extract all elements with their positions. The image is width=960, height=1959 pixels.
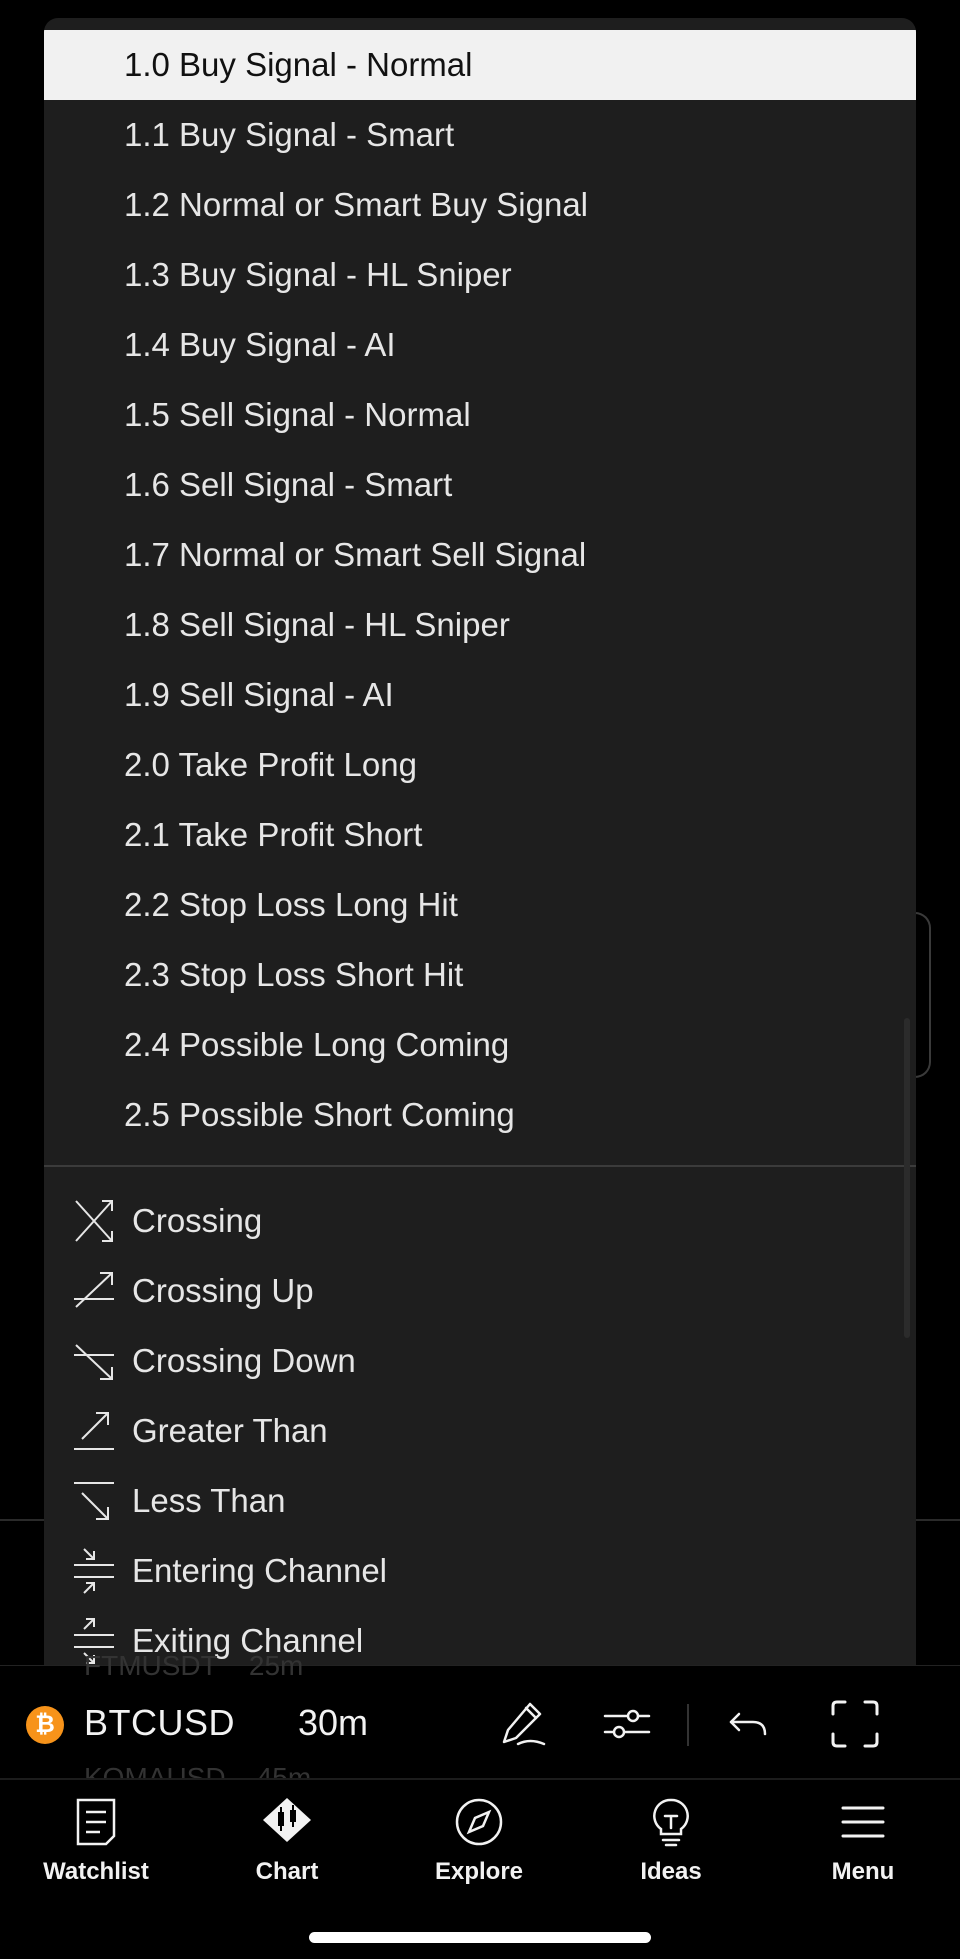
menu-item-signal[interactable]: 1.5 Sell Signal - Normal <box>44 380 916 450</box>
dropdown-scrollbar[interactable] <box>904 1018 910 1338</box>
nav-label: Explore <box>434 1858 524 1885</box>
menu-item-crossing[interactable]: Crossing <box>44 1186 916 1256</box>
menu-item-crossing-down[interactable]: Crossing Down <box>44 1326 916 1396</box>
operator-label: Crossing <box>132 1202 263 1239</box>
symbol-button[interactable]: BTCUSD <box>84 1702 235 1744</box>
nav-watchlist[interactable]: Watchlist <box>21 1796 171 1896</box>
watchlist-icon <box>70 1796 122 1848</box>
menu-item-less-than[interactable]: Less Than <box>44 1466 916 1536</box>
crossing-up-icon <box>72 1267 116 1315</box>
nav-label: Ideas <box>640 1858 702 1885</box>
condition-dropdown[interactable]: 1.0 Buy Signal - Normal 1.1 Buy Signal -… <box>44 18 916 1665</box>
operator-label: Less Than <box>132 1482 286 1519</box>
fullscreen-icon[interactable] <box>827 1696 883 1752</box>
chart-icon <box>261 1796 313 1848</box>
menu-item-signal[interactable]: 2.4 Possible Long Coming <box>44 1010 916 1080</box>
nav-label: Menu <box>831 1858 895 1885</box>
menu-icon <box>837 1796 889 1848</box>
crossing-icon <box>72 1197 116 1245</box>
menu-separator <box>44 1165 916 1167</box>
operator-label: Greater Than <box>132 1412 328 1449</box>
menu-item-signal[interactable]: 2.0 Take Profit Long <box>44 730 916 800</box>
crossing-down-icon <box>72 1337 116 1385</box>
menu-item-signal[interactable]: 2.3 Stop Loss Short Hit <box>44 940 916 1010</box>
menu-item-signal[interactable]: 1.2 Normal or Smart Buy Signal <box>44 170 916 240</box>
menu-item-signal[interactable]: 1.8 Sell Signal - HL Sniper <box>44 590 916 660</box>
greater-than-icon <box>72 1407 116 1455</box>
operator-label: Crossing Down <box>132 1342 356 1379</box>
toolbar-divider <box>687 1704 689 1746</box>
menu-item-signal[interactable]: 2.5 Possible Short Coming <box>44 1080 916 1150</box>
undo-icon[interactable] <box>721 1696 777 1752</box>
ideas-icon <box>645 1796 697 1848</box>
operator-label: Entering Channel <box>132 1552 388 1589</box>
background-watchlist-row: FTMUSDT 25m <box>84 1650 304 1681</box>
menu-item-signal[interactable]: 1.4 Buy Signal - AI <box>44 310 916 380</box>
menu-item-signal[interactable]: 1.1 Buy Signal - Smart <box>44 100 916 170</box>
less-than-icon <box>72 1477 116 1525</box>
interval-button[interactable]: 30m <box>298 1702 368 1744</box>
home-indicator[interactable] <box>309 1932 651 1943</box>
indicators-sliders-icon[interactable] <box>599 1696 655 1752</box>
chart-toolbar: FTMUSDT 25m KOMAUSD 45m ₿ BTCUSD 30m <box>0 1650 960 1793</box>
explore-icon <box>453 1796 505 1848</box>
nav-chart[interactable]: Chart <box>212 1796 362 1896</box>
nav-label: Watchlist <box>43 1858 149 1885</box>
menu-item-crossing-up[interactable]: Crossing Up <box>44 1256 916 1326</box>
nav-ideas[interactable]: Ideas <box>596 1796 746 1896</box>
screen: 1.0 Buy Signal - Normal 1.1 Buy Signal -… <box>0 0 960 1959</box>
menu-item-signal[interactable]: 1.3 Buy Signal - HL Sniper <box>44 240 916 310</box>
entering-channel-icon <box>72 1547 116 1595</box>
menu-item-signal[interactable]: 2.1 Take Profit Short <box>44 800 916 870</box>
nav-label: Chart <box>255 1858 319 1885</box>
nav-menu[interactable]: Menu <box>788 1796 938 1896</box>
menu-item-signal[interactable]: 1.7 Normal or Smart Sell Signal <box>44 520 916 590</box>
menu-item-signal[interactable]: 1.6 Sell Signal - Smart <box>44 450 916 520</box>
pencil-icon[interactable] <box>496 1696 552 1752</box>
menu-item-signal[interactable]: 1.0 Buy Signal - Normal <box>44 30 916 100</box>
menu-item-signal[interactable]: 2.2 Stop Loss Long Hit <box>44 870 916 940</box>
bitcoin-icon: ₿ <box>26 1706 64 1744</box>
menu-item-greater-than[interactable]: Greater Than <box>44 1396 916 1466</box>
nav-explore[interactable]: Explore <box>404 1796 554 1896</box>
menu-item-signal[interactable]: 1.9 Sell Signal - AI <box>44 660 916 730</box>
menu-item-entering-channel[interactable]: Entering Channel <box>44 1536 916 1606</box>
operator-label: Crossing Up <box>132 1272 314 1309</box>
